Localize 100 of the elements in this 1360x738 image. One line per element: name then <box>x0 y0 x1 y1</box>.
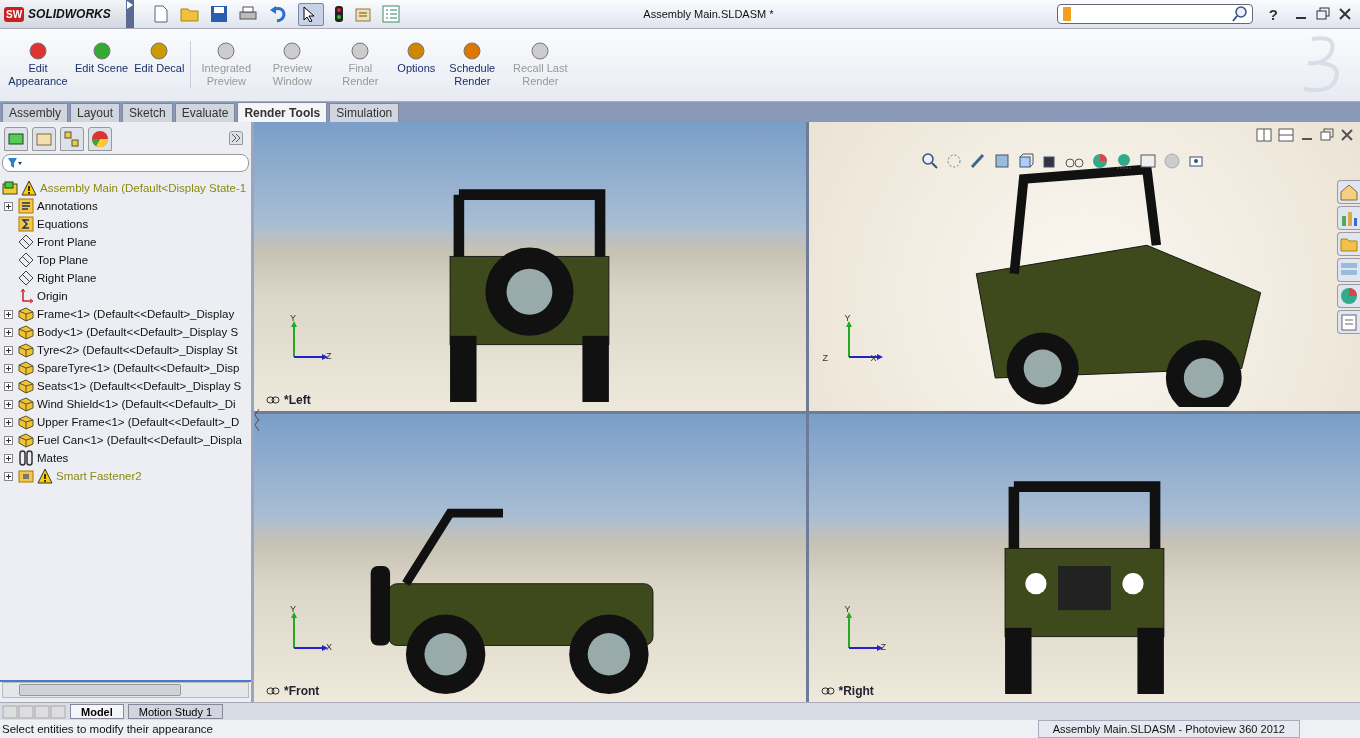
traffic-light-icon[interactable] <box>334 5 344 23</box>
ribbon-button[interactable]: Schedule Render <box>438 41 507 88</box>
decal-can-icon <box>149 41 170 61</box>
tree-item[interactable]: Body<1> (Default<<Default>_Display S <box>37 326 239 338</box>
viewport-label: *Right <box>838 684 874 698</box>
previous-view-icon[interactable] <box>968 152 987 170</box>
feature-manager-tab-icon[interactable] <box>4 127 28 151</box>
expand-icon[interactable] <box>4 363 13 373</box>
ribbon-button[interactable]: Edit Decal <box>131 41 188 75</box>
assembly-icon <box>2 180 18 196</box>
command-tab[interactable]: Evaluate <box>174 103 236 122</box>
expand-icon[interactable] <box>4 381 13 391</box>
part-icon <box>18 396 34 412</box>
part-icon <box>18 378 34 394</box>
restore-icon[interactable] <box>1320 128 1334 142</box>
annotation-icon <box>18 198 34 214</box>
command-tab[interactable]: Simulation <box>329 103 400 122</box>
tree-item[interactable]: Top Plane <box>37 254 89 266</box>
expand-icon[interactable] <box>4 345 13 355</box>
bottom-tab[interactable]: Model <box>70 704 124 719</box>
tree-item[interactable]: Mates <box>37 452 69 464</box>
close-icon[interactable] <box>1340 128 1354 142</box>
part-icon <box>18 324 34 340</box>
bottom-tab[interactable]: Motion Study 1 <box>127 704 224 719</box>
file-properties-icon[interactable] <box>354 5 372 23</box>
display-manager-tab-icon[interactable] <box>88 127 112 151</box>
help-icon[interactable]: ? <box>1260 5 1286 23</box>
view-settings-icon[interactable] <box>1138 152 1157 170</box>
select-button[interactable] <box>298 2 324 26</box>
tree-item[interactable]: Upper Frame<1> (Default<<Default>_D <box>37 416 240 428</box>
expand-icon[interactable] <box>4 399 13 409</box>
search-icon[interactable] <box>1231 6 1248 22</box>
expand-icon[interactable] <box>4 309 13 319</box>
link-icon <box>820 687 835 695</box>
expand-icon[interactable] <box>4 201 13 211</box>
expand-panel-icon[interactable] <box>229 130 243 148</box>
tree-item[interactable]: Fuel Can<1> (Default<<Default>_Displa <box>37 434 242 446</box>
tree-item[interactable]: Origin <box>37 290 68 302</box>
tree-item[interactable]: Annotations <box>37 200 98 212</box>
equation-icon <box>18 216 34 232</box>
filter-field[interactable] <box>2 154 249 172</box>
tile-vertical-icon[interactable] <box>1278 128 1294 142</box>
view-orientation-icon[interactable] <box>1016 152 1035 170</box>
tree-item[interactable]: Right Plane <box>37 272 97 284</box>
command-tab[interactable]: Render Tools <box>237 102 328 122</box>
axis-label: Z <box>326 350 332 361</box>
expand-icon[interactable] <box>4 435 13 445</box>
splitter-handle-icon[interactable] <box>254 407 260 433</box>
zoom-icon[interactable] <box>920 152 939 170</box>
ribbon-button[interactable]: Edit Appearance <box>4 41 72 88</box>
clock-ball-icon <box>462 41 483 61</box>
tree-item[interactable]: SpareTyre<1> (Default<<Default>_Disp <box>37 362 240 374</box>
filter-icon[interactable] <box>7 157 23 169</box>
custom-properties-icon[interactable] <box>1337 310 1360 334</box>
menu-expand-icon[interactable] <box>126 0 134 28</box>
new-document-icon[interactable] <box>152 5 170 23</box>
origin-icon <box>18 288 34 304</box>
app-logo: SOLIDWORKS <box>28 7 111 21</box>
tree-item[interactable]: Equations <box>37 218 89 230</box>
axis-label: Y <box>290 604 296 614</box>
bar-chart-icon[interactable] <box>1337 206 1360 230</box>
preview-window-icon <box>282 41 303 61</box>
section-view-icon[interactable] <box>992 152 1011 170</box>
restore-icon[interactable] <box>1316 7 1330 21</box>
axis-label: X <box>326 642 332 652</box>
expand-icon[interactable] <box>4 327 13 337</box>
color-ball-icon <box>28 41 48 61</box>
appearance-icon[interactable] <box>1090 152 1109 170</box>
search-field[interactable] <box>1056 4 1253 24</box>
axis-label: Z <box>880 642 886 652</box>
expand-icon[interactable] <box>4 453 13 463</box>
tree-item[interactable]: Frame<1> (Default<<Default>_Display <box>37 308 235 320</box>
part-icon <box>18 432 34 448</box>
recall-render-icon <box>530 41 551 61</box>
close-icon[interactable] <box>1338 7 1352 21</box>
plane-icon <box>18 252 34 268</box>
part-icon <box>18 306 34 322</box>
horizontal-scrollbar[interactable] <box>2 682 249 698</box>
save-icon[interactable] <box>210 5 228 23</box>
fastener-folder-icon <box>18 468 34 484</box>
pointer-icon <box>303 5 315 22</box>
checklist-icon[interactable] <box>382 5 400 23</box>
plane-icon <box>18 270 34 286</box>
command-tab[interactable]: Sketch <box>122 103 173 122</box>
tile-horizontal-icon[interactable] <box>1256 128 1272 142</box>
tree-item[interactable]: Seats<1> (Default<<Default>_Display S <box>37 380 242 392</box>
command-tab[interactable]: Layout <box>70 103 121 122</box>
ribbon-button[interactable]: Edit Scene <box>72 41 132 75</box>
command-tab[interactable]: Assembly <box>2 103 68 122</box>
home-icon[interactable] <box>1337 180 1360 204</box>
scene-icon[interactable] <box>1114 152 1133 170</box>
tree-item[interactable]: Front Plane <box>37 236 97 248</box>
tree-item[interactable]: Wind Shield<1> (Default<<Default>_Di <box>37 398 236 410</box>
expand-icon[interactable] <box>4 417 13 427</box>
tree-item[interactable]: Tyre<2> (Default<<Default>_Display St <box>37 344 238 356</box>
undo-icon[interactable] <box>268 5 288 23</box>
expand-icon[interactable] <box>4 471 13 481</box>
ribbon-button[interactable]: Options <box>394 41 439 75</box>
print-icon[interactable] <box>238 5 258 23</box>
axis-label: Y <box>844 604 851 614</box>
